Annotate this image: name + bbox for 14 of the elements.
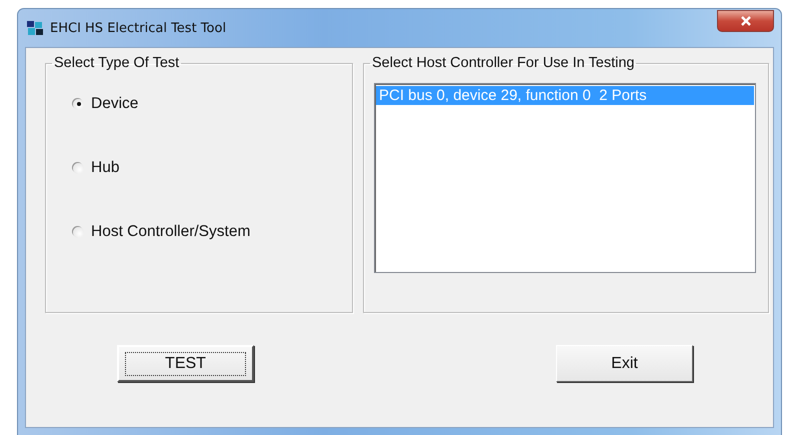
test-button[interactable]: TEST bbox=[117, 345, 254, 382]
app-icon bbox=[26, 20, 44, 36]
exit-button[interactable]: Exit bbox=[556, 345, 693, 382]
radio-button[interactable] bbox=[73, 162, 84, 174]
close-icon bbox=[740, 16, 752, 26]
window-title: EHCI HS Electrical Test Tool bbox=[50, 20, 226, 36]
radio-button[interactable] bbox=[73, 98, 84, 110]
radio-button[interactable] bbox=[73, 226, 84, 238]
radio-option[interactable]: Hub bbox=[73, 159, 120, 177]
radio-option[interactable]: Host Controller/System bbox=[73, 223, 250, 241]
group-title: Select Type Of Test bbox=[53, 55, 180, 71]
radio-option[interactable]: Device bbox=[73, 95, 138, 113]
close-button[interactable] bbox=[717, 10, 774, 32]
group-title: Select Host Controller For Use In Testing bbox=[371, 55, 636, 71]
